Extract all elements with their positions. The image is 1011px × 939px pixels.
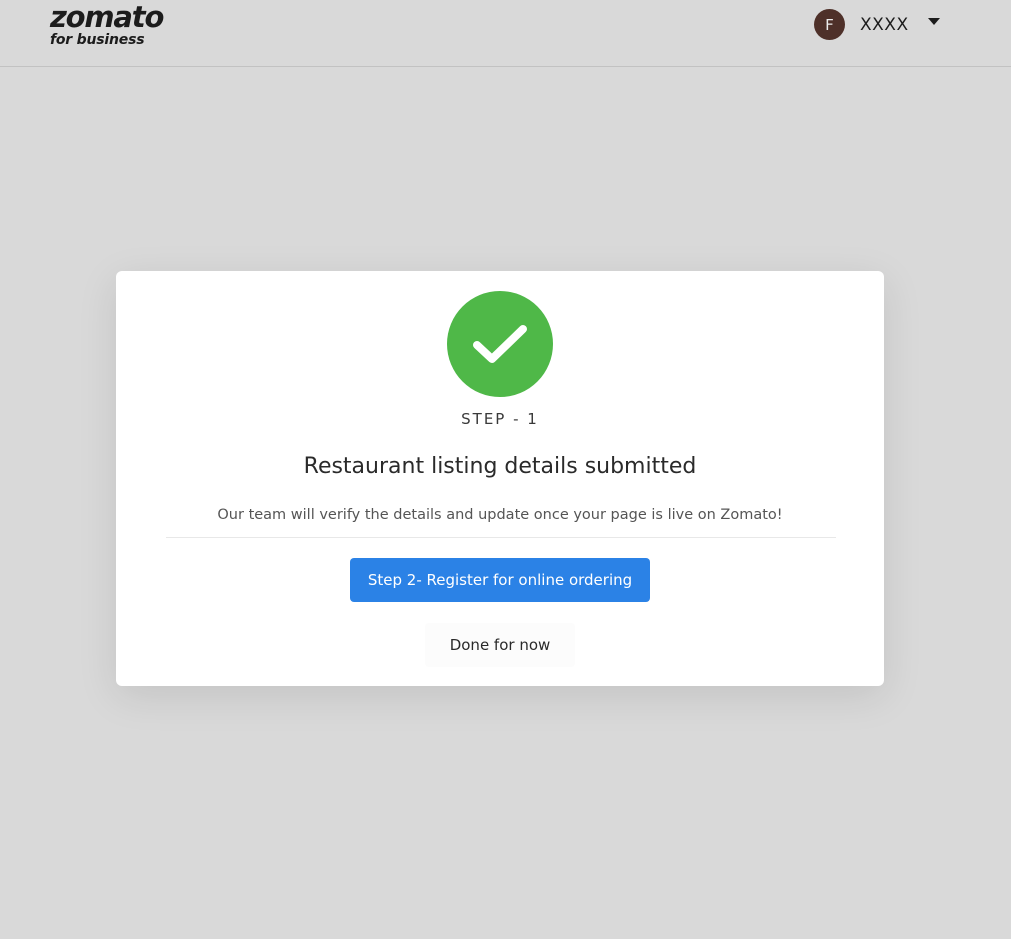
top-header: zomato for business F XXXX	[0, 0, 1011, 67]
check-circle-icon	[447, 291, 553, 397]
divider	[166, 537, 836, 538]
user-menu[interactable]: F XXXX	[814, 9, 940, 40]
step-label: STEP - 1	[461, 410, 539, 428]
avatar[interactable]: F	[814, 9, 845, 40]
logo-wordmark: zomato	[50, 0, 164, 34]
modal-description: Our team will verify the details and upd…	[217, 507, 783, 523]
submission-success-modal: STEP - 1 Restaurant listing details subm…	[116, 271, 884, 686]
modal-title: Restaurant listing details submitted	[303, 454, 697, 479]
caret-down-icon[interactable]	[927, 18, 940, 25]
user-name[interactable]: XXXX	[860, 15, 909, 35]
logo-subtitle: for business	[50, 32, 145, 48]
checkmark-icon	[473, 325, 527, 363]
done-for-now-button[interactable]: Done for now	[425, 623, 575, 667]
register-online-ordering-button[interactable]: Step 2- Register for online ordering	[350, 558, 650, 602]
zomato-for-business-logo[interactable]: zomato for business	[50, 0, 164, 48]
